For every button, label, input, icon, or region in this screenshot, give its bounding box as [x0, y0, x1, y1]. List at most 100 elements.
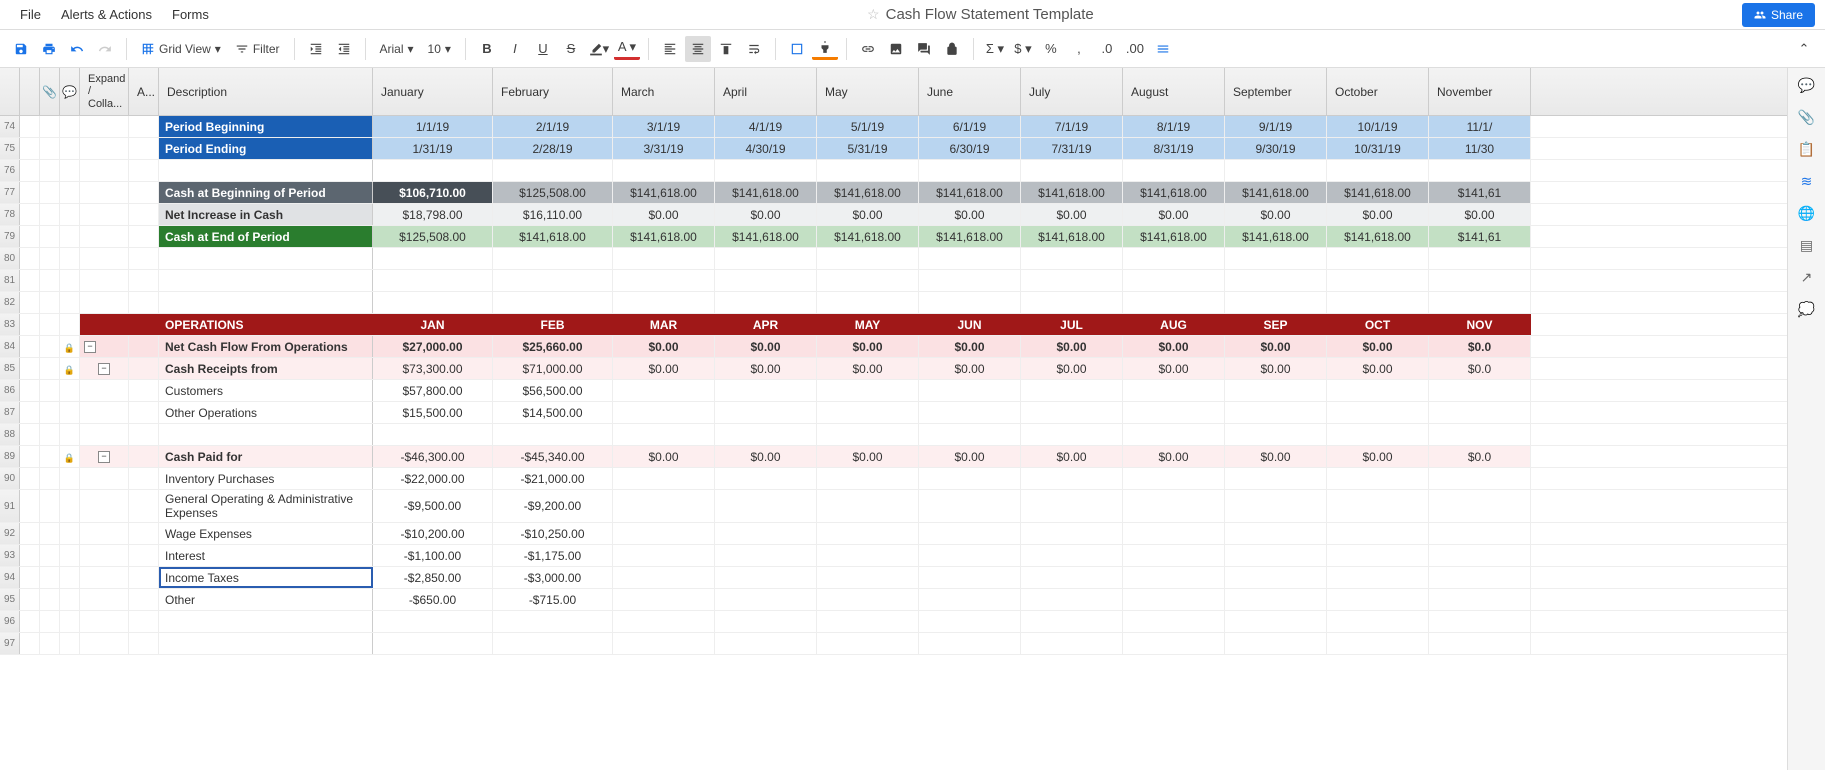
month-cell[interactable]: $141,618.00: [817, 182, 919, 203]
description-cell[interactable]: Other Operations: [159, 402, 373, 423]
month-cell[interactable]: $141,618.00: [1123, 226, 1225, 247]
grid-row[interactable]: 97: [0, 633, 1787, 655]
menu-alerts[interactable]: Alerts & Actions: [51, 2, 162, 27]
month-cell[interactable]: $73,300.00: [373, 358, 493, 379]
month-cell[interactable]: [493, 160, 613, 181]
comment-cell[interactable]: [60, 402, 80, 423]
month-cell[interactable]: [1327, 567, 1429, 588]
month-cell[interactable]: [1327, 468, 1429, 489]
month-cell[interactable]: MAR: [613, 314, 715, 335]
comment-icon[interactable]: [911, 36, 937, 62]
month-cell[interactable]: [1327, 611, 1429, 632]
description-cell[interactable]: Net Cash Flow From Operations: [159, 336, 373, 357]
collapse-toolbar-icon[interactable]: ⌃: [1791, 36, 1817, 62]
attachment-cell[interactable]: [40, 358, 60, 379]
row-number[interactable]: 92: [0, 523, 20, 544]
underline-icon[interactable]: U: [530, 36, 556, 62]
share-button[interactable]: Share: [1742, 3, 1815, 27]
collapse-toggle-icon[interactable]: −: [98, 363, 110, 375]
month-cell[interactable]: $0.00: [1327, 336, 1429, 357]
grid-row[interactable]: 82: [0, 292, 1787, 314]
month-cell[interactable]: [1429, 567, 1531, 588]
month-cell[interactable]: [919, 402, 1021, 423]
expand-cell[interactable]: [80, 314, 129, 335]
description-cell[interactable]: [159, 611, 373, 632]
expand-cell[interactable]: [80, 611, 129, 632]
filter-button[interactable]: Filter: [229, 36, 286, 62]
month-cell[interactable]: [1327, 270, 1429, 291]
month-cell[interactable]: $71,000.00: [493, 358, 613, 379]
month-cell[interactable]: $0.00: [817, 446, 919, 467]
month-cell[interactable]: $141,618.00: [1327, 226, 1429, 247]
expand-cell[interactable]: [80, 292, 129, 313]
expand-cell[interactable]: [80, 589, 129, 610]
month-cell[interactable]: [1021, 380, 1123, 401]
row-number[interactable]: 93: [0, 545, 20, 566]
month-cell[interactable]: [1225, 424, 1327, 445]
month-cell[interactable]: -$10,250.00: [493, 523, 613, 544]
row-number[interactable]: 79: [0, 226, 20, 247]
description-cell[interactable]: Wage Expenses: [159, 523, 373, 544]
month-cell[interactable]: [1225, 270, 1327, 291]
month-cell[interactable]: [1327, 545, 1429, 566]
month-cell[interactable]: $0.00: [817, 336, 919, 357]
comment-cell[interactable]: [60, 292, 80, 313]
month-cell[interactable]: 5/1/19: [817, 116, 919, 137]
month-cell[interactable]: $0.00: [613, 336, 715, 357]
month-cell[interactable]: MAY: [817, 314, 919, 335]
month-header[interactable]: February: [493, 68, 613, 115]
attachment-cell[interactable]: [40, 204, 60, 225]
grid-row[interactable]: 83OPERATIONSJANFEBMARAPRMAYJUNJULAUGSEPO…: [0, 314, 1787, 336]
month-cell[interactable]: $0.0: [1429, 446, 1531, 467]
expand-cell[interactable]: [80, 270, 129, 291]
month-cell[interactable]: [817, 611, 919, 632]
expand-cell[interactable]: −: [80, 446, 129, 467]
month-cell[interactable]: [493, 270, 613, 291]
undo-icon[interactable]: [64, 36, 90, 62]
a-cell[interactable]: [129, 523, 159, 544]
month-cell[interactable]: -$650.00: [373, 589, 493, 610]
comment-cell[interactable]: [60, 523, 80, 544]
month-cell[interactable]: -$46,300.00: [373, 446, 493, 467]
month-cell[interactable]: [715, 468, 817, 489]
highlight-icon[interactable]: [812, 37, 838, 60]
a-cell[interactable]: [129, 424, 159, 445]
comment-cell[interactable]: [60, 270, 80, 291]
comment-cell[interactable]: [60, 446, 80, 467]
grid-row[interactable]: 80: [0, 248, 1787, 270]
month-cell[interactable]: [919, 611, 1021, 632]
description-cell[interactable]: [159, 633, 373, 654]
a-cell[interactable]: [129, 468, 159, 489]
attachment-cell[interactable]: [40, 446, 60, 467]
month-cell[interactable]: $141,618.00: [613, 226, 715, 247]
month-cell[interactable]: [1327, 490, 1429, 522]
month-cell[interactable]: [1123, 424, 1225, 445]
month-cell[interactable]: [1327, 523, 1429, 544]
history-rail-icon[interactable]: ↗: [1798, 268, 1816, 286]
month-cell[interactable]: [817, 545, 919, 566]
month-cell[interactable]: $141,618.00: [1021, 226, 1123, 247]
month-cell[interactable]: [817, 402, 919, 423]
description-cell[interactable]: Customers: [159, 380, 373, 401]
month-header[interactable]: April: [715, 68, 817, 115]
fill-color-icon[interactable]: ▾: [586, 36, 612, 62]
activity-rail-icon[interactable]: ≋: [1798, 172, 1816, 190]
month-cell[interactable]: [1225, 380, 1327, 401]
month-cell[interactable]: [373, 424, 493, 445]
month-cell[interactable]: [373, 611, 493, 632]
attachment-cell[interactable]: [40, 567, 60, 588]
month-cell[interactable]: [1429, 633, 1531, 654]
row-number[interactable]: 90: [0, 468, 20, 489]
align-top-icon[interactable]: [713, 36, 739, 62]
comment-cell[interactable]: [60, 204, 80, 225]
month-cell[interactable]: [715, 545, 817, 566]
comma-icon[interactable]: ,: [1066, 36, 1092, 62]
month-cell[interactable]: $0.00: [1123, 446, 1225, 467]
currency-icon[interactable]: $ ▾: [1010, 36, 1036, 62]
month-cell[interactable]: [1225, 160, 1327, 181]
month-cell[interactable]: [817, 380, 919, 401]
month-cell[interactable]: AUG: [1123, 314, 1225, 335]
month-cell[interactable]: $0.00: [1021, 358, 1123, 379]
month-cell[interactable]: [715, 248, 817, 269]
month-cell[interactable]: [919, 380, 1021, 401]
